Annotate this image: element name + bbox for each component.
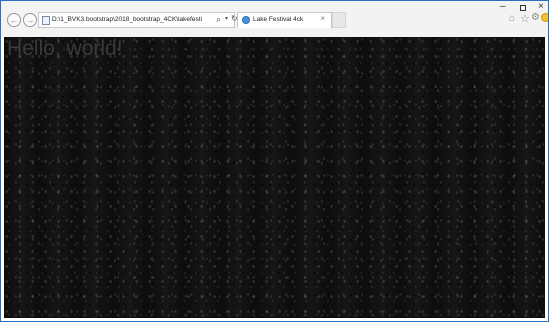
- browser-window: ← → D:\1_BVK3.bootstrap\2018_bootstrap_4…: [0, 0, 549, 322]
- page-icon: [42, 16, 50, 25]
- forward-arrow-icon: →: [25, 15, 35, 25]
- maximize-icon[interactable]: [520, 5, 526, 11]
- tab-title: Lake Festival 4ck: [253, 16, 304, 23]
- close-icon[interactable]: ×: [320, 14, 325, 23]
- gear-icon[interactable]: ⚙: [531, 12, 540, 23]
- smiley-icon[interactable]: [541, 13, 548, 22]
- window-close-icon[interactable]: ×: [538, 1, 544, 12]
- search-icon[interactable]: ⌕: [216, 14, 221, 25]
- minimize-icon[interactable]: –: [500, 1, 506, 12]
- new-tab-button[interactable]: [332, 12, 346, 28]
- star-icon[interactable]: ☆: [520, 12, 530, 25]
- tab-lake-festival[interactable]: Lake Festival 4ck ×: [237, 12, 332, 28]
- address-bar[interactable]: D:\1_BVK3.bootstrap\2018_bootstrap_4CK\l…: [38, 12, 238, 28]
- home-icon[interactable]: ⌂: [509, 13, 515, 24]
- back-arrow-icon: ←: [9, 15, 19, 25]
- back-button[interactable]: ←: [7, 13, 21, 27]
- browser-toolbar: ← → D:\1_BVK3.bootstrap\2018_bootstrap_4…: [1, 1, 548, 37]
- page-content: Hello, world!: [4, 37, 545, 318]
- page-heading: Hello, world!: [7, 37, 123, 60]
- forward-button[interactable]: →: [23, 13, 37, 27]
- chevron-down-icon[interactable]: ▾: [225, 15, 228, 22]
- url-text[interactable]: D:\1_BVK3.bootstrap\2018_bootstrap_4CK\l…: [52, 15, 202, 25]
- favicon-icon: [242, 16, 250, 24]
